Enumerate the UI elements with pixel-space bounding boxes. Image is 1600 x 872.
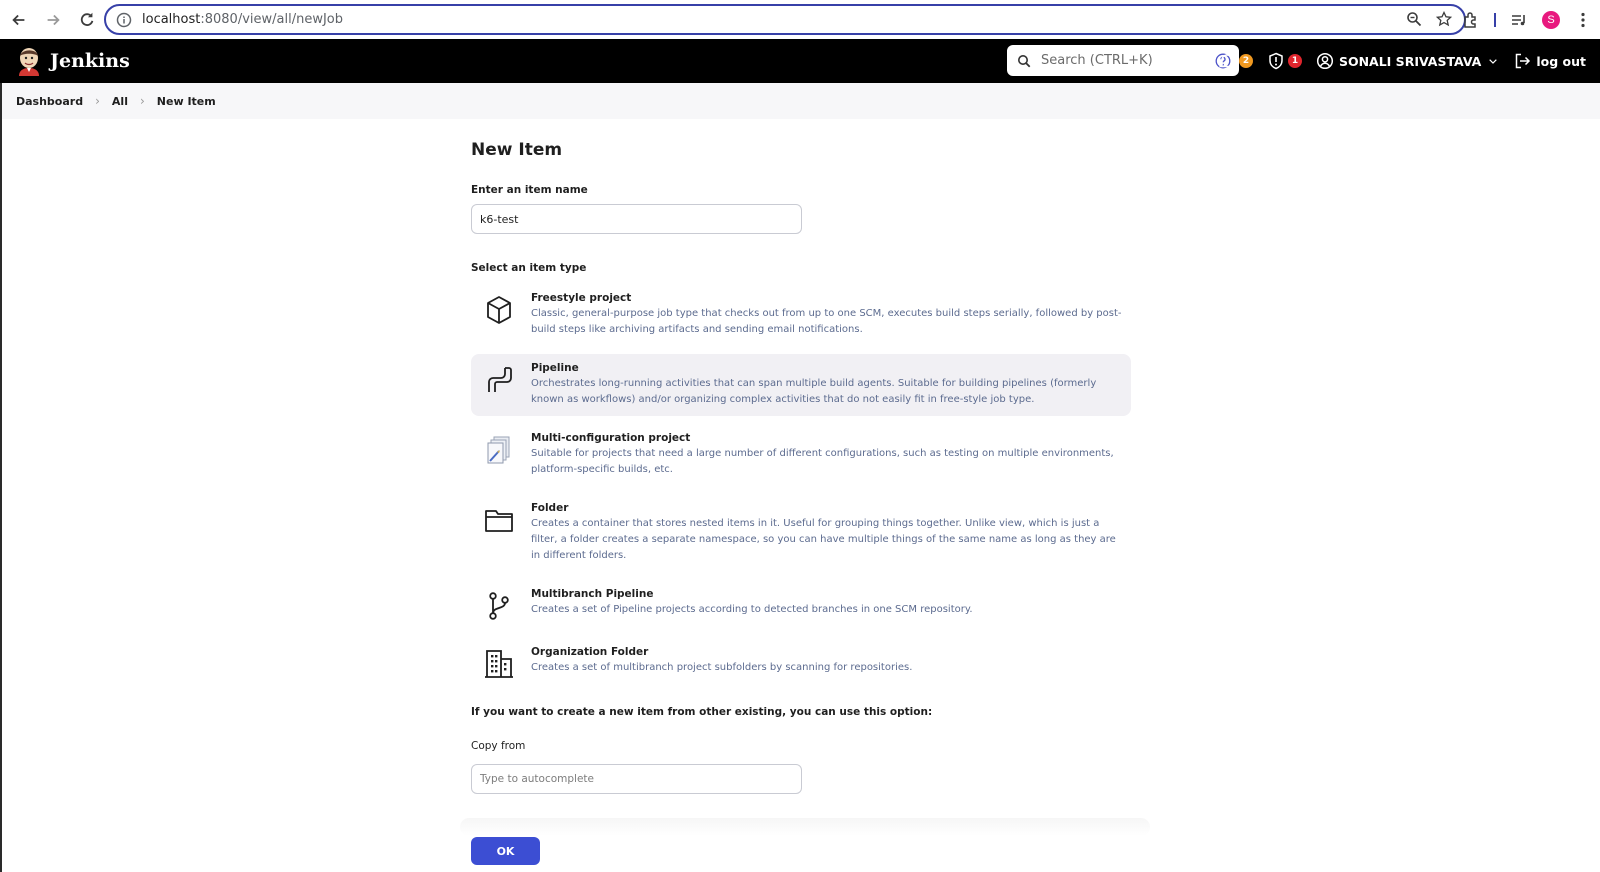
chevron-right-icon: › <box>139 94 145 108</box>
user-icon <box>1316 52 1334 70</box>
bookmark-star-icon[interactable] <box>1436 11 1452 27</box>
chevron-down-icon <box>1489 59 1498 64</box>
item-type-description: Creates a container that stores nested i… <box>531 518 1116 561</box>
notifications-badge: 2 <box>1238 54 1253 68</box>
jenkins-home-link[interactable]: Jenkins <box>16 46 130 76</box>
item-type-organization-folder[interactable]: Organization Folder Creates a set of mul… <box>471 638 1131 688</box>
address-bar[interactable]: localhost:8080/view/all/newJob <box>104 4 1466 35</box>
item-type-folder[interactable]: Folder Creates a container that stores n… <box>471 494 1131 572</box>
item-name-input[interactable]: k6-test <box>471 204 802 234</box>
bell-icon <box>1218 54 1236 70</box>
user-name: SONALI SRIVASTAVA <box>1338 53 1482 69</box>
item-type-name: Multibranch Pipeline <box>531 588 654 600</box>
logout-label: log out <box>1536 53 1586 69</box>
breadcrumb-all[interactable]: All <box>112 95 128 108</box>
breadcrumb-dashboard[interactable]: Dashboard <box>16 95 83 108</box>
zoom-icon[interactable] <box>1406 11 1422 27</box>
extensions-icon[interactable] <box>1462 11 1480 29</box>
window-edge <box>0 83 2 872</box>
more-menu-icon[interactable] <box>1574 11 1592 29</box>
copy-from-hint: If you want to create a new item from ot… <box>471 706 933 718</box>
reload-icon[interactable] <box>72 5 102 35</box>
branch-icon <box>483 590 515 622</box>
item-type-name: Organization Folder <box>531 646 649 658</box>
item-type-name: Folder <box>531 502 569 514</box>
jenkins-header: Jenkins Search (CTRL+K) 2 1 SONALI SRIVA… <box>0 39 1600 83</box>
profile-avatar[interactable]: S <box>1542 10 1560 29</box>
item-type-description: Creates a set of multibranch project sub… <box>531 662 913 673</box>
security-button[interactable]: 1 <box>1267 52 1302 70</box>
user-menu[interactable]: SONALI SRIVASTAVA <box>1316 52 1499 70</box>
site-info-icon[interactable] <box>116 12 132 28</box>
item-type-description: Classic, general-purpose job type that c… <box>531 308 1122 335</box>
shield-icon <box>1269 52 1283 70</box>
logout-icon <box>1516 53 1531 69</box>
item-type-description: Creates a set of Pipeline projects accor… <box>531 604 973 615</box>
item-type-multibranch-pipeline[interactable]: Multibranch Pipeline Creates a set of Pi… <box>471 580 1131 630</box>
copy-from-input[interactable]: Type to autocomplete <box>471 764 802 794</box>
building-icon <box>483 648 515 680</box>
item-type-name: Multi-configuration project <box>531 432 691 444</box>
item-type-pipeline[interactable]: Pipeline Orchestrates long-running activ… <box>471 354 1131 416</box>
item-type-label: Select an item type <box>471 262 587 274</box>
box-icon <box>483 294 515 326</box>
page-title: New Item <box>471 140 563 160</box>
media-queue-icon[interactable] <box>1510 11 1528 29</box>
item-type-description: Suitable for projects that need a large … <box>531 448 1114 475</box>
ok-button[interactable]: OK <box>471 837 540 865</box>
multi-config-icon <box>483 434 515 466</box>
jenkins-butler-icon <box>19 48 39 76</box>
pipeline-icon <box>483 364 515 396</box>
bottom-app-bar-shadow <box>460 818 1150 836</box>
item-type-list: Freestyle project Classic, general-purpo… <box>471 284 1131 688</box>
forward-icon[interactable] <box>38 5 68 35</box>
url-text: localhost:8080/view/all/newJob <box>142 12 343 27</box>
back-icon[interactable] <box>4 5 34 35</box>
item-type-name: Pipeline <box>531 362 579 374</box>
item-type-freestyle[interactable]: Freestyle project Classic, general-purpo… <box>471 284 1131 346</box>
jenkins-brand: Jenkins <box>50 50 130 72</box>
breadcrumb: Dashboard › All › New Item <box>0 83 1600 119</box>
item-type-description: Orchestrates long-running activities tha… <box>531 378 1097 405</box>
notifications-button[interactable]: 2 <box>1218 52 1253 70</box>
search-icon <box>1018 54 1031 67</box>
copy-from-label: Copy from <box>471 740 526 752</box>
toolbar-divider <box>1494 12 1496 27</box>
security-badge: 1 <box>1287 54 1302 68</box>
new-item-form: New Item Enter an item name k6-test Sele… <box>471 130 1131 794</box>
item-type-multi-configuration[interactable]: Multi-configuration project Suitable for… <box>471 424 1131 486</box>
item-type-name: Freestyle project <box>531 292 632 304</box>
breadcrumb-new-item[interactable]: New Item <box>157 95 216 108</box>
chevron-right-icon: › <box>95 94 100 108</box>
search-input[interactable]: Search (CTRL+K) <box>1041 53 1215 68</box>
logout-link[interactable]: log out <box>1513 52 1586 70</box>
folder-icon <box>483 504 515 536</box>
item-name-label: Enter an item name <box>471 184 588 196</box>
